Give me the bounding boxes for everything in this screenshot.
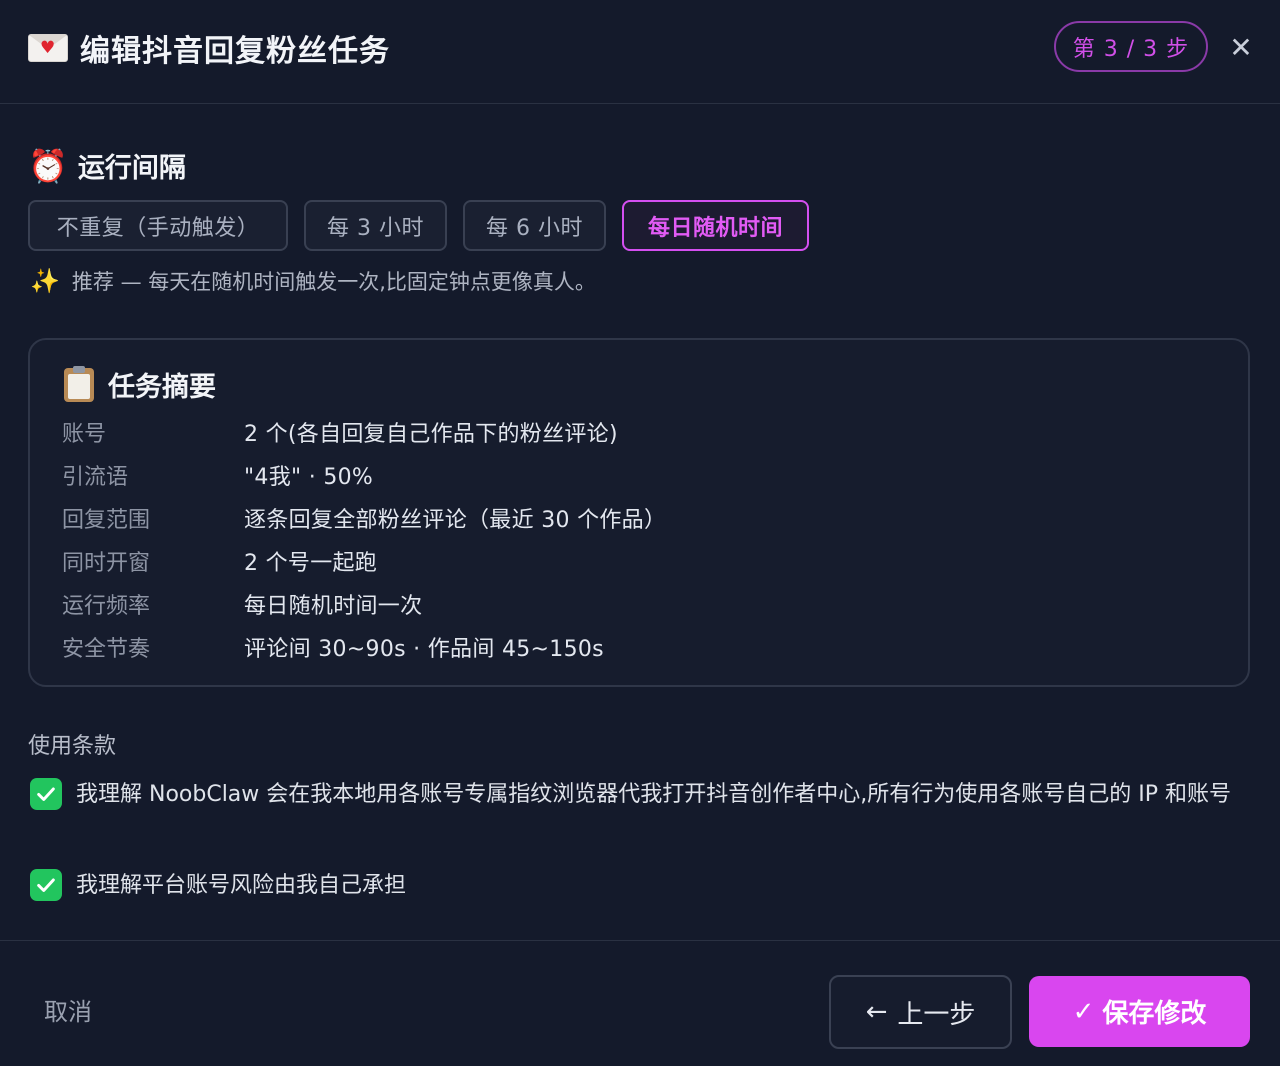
summary-key: 运行频率 [62, 593, 151, 619]
summary-value: 每日随机时间一次 [244, 593, 423, 619]
term-text: 我理解平台账号风险由我自己承担 [76, 873, 407, 898]
interval-option-3h[interactable]: 每 3 小时 [304, 200, 447, 251]
summary-row-account: 账号 2 个(各自回复自己作品下的粉丝评论) [62, 410, 666, 453]
interval-option-daily-random[interactable]: 每日随机时间 [622, 200, 809, 251]
summary-value: 2 个(各自回复自己作品下的粉丝评论) [244, 421, 618, 447]
summary-row-frequency: 运行频率 每日随机时间一次 [62, 582, 666, 625]
summary-value: 逐条回复全部粉丝评论（最近 30 个作品） [244, 507, 667, 533]
task-summary-card: 任务摘要 账号 2 个(各自回复自己作品下的粉丝评论) 引流语 "4我" · 5… [28, 338, 1250, 687]
summary-row-concurrency: 同时开窗 2 个号一起跑 [62, 539, 666, 582]
interval-options: 不重复（手动触发） 每 3 小时 每 6 小时 每日随机时间 [28, 200, 825, 251]
arrow-left-icon: ← [865, 997, 888, 1027]
summary-row-reply-scope: 回复范围 逐条回复全部粉丝评论（最近 30 个作品） [62, 496, 666, 539]
dialog-title: 编辑抖音回复粉丝任务 [80, 34, 390, 69]
previous-step-label: 上一步 [897, 999, 976, 1030]
interval-hint: ✨ 推荐 — 每天在随机时间触发一次,比固定钟点更像真人。 [30, 266, 596, 296]
term-item-browser: 我理解 NoobClaw 会在我本地用各账号专属指纹浏览器代我打开抖音创作者中心… [30, 776, 1252, 814]
summary-title: 任务摘要 [108, 372, 216, 403]
close-icon[interactable]: ✕ [1226, 30, 1256, 64]
alarm-clock-icon: ⏰ [28, 146, 68, 185]
dialog-header: ♥ 编辑抖音回复粉丝任务 第 3 / 3 步 ✕ [0, 0, 1280, 104]
footer-divider [0, 940, 1280, 941]
summary-value: 2 个号一起跑 [244, 550, 378, 576]
cancel-button[interactable]: 取消 [44, 992, 92, 1027]
summary-key: 同时开窗 [62, 550, 151, 576]
term-text: 我理解 NoobClaw 会在我本地用各账号专属指纹浏览器代我打开抖音创作者中心… [76, 782, 1232, 807]
clipboard-icon [64, 365, 94, 402]
interval-title: 运行间隔 [77, 153, 186, 184]
previous-step-button[interactable]: ← 上一步 [829, 975, 1012, 1049]
envelope-heart-icon: ♥ [28, 34, 68, 62]
edit-task-dialog: ♥ 编辑抖音回复粉丝任务 第 3 / 3 步 ✕ ⏰ 运行间隔 不重复（手动触发… [0, 0, 1280, 1066]
summary-key: 账号 [62, 421, 107, 447]
summary-key: 回复范围 [62, 507, 151, 533]
summary-rows: 账号 2 个(各自回复自己作品下的粉丝评论) 引流语 "4我" · 50% 回复… [62, 410, 666, 668]
terms-checkbox[interactable] [30, 869, 62, 901]
terms-title: 使用条款 [28, 734, 117, 759]
interval-section-header: ⏰ 运行间隔 [28, 146, 186, 185]
summary-value: 评论间 30~90s · 作品间 45~150s [244, 636, 604, 662]
checkbox-check-icon [37, 787, 55, 801]
summary-header: 任务摘要 [64, 365, 216, 404]
save-changes-label: 保存修改 [1102, 999, 1207, 1029]
summary-key: 引流语 [62, 464, 129, 490]
summary-row-lead-text: 引流语 "4我" · 50% [62, 453, 666, 496]
interval-option-6h[interactable]: 每 6 小时 [463, 200, 606, 251]
summary-key: 安全节奏 [62, 636, 151, 662]
term-item-risk: 我理解平台账号风险由我自己承担 [30, 867, 406, 905]
check-icon: ✓ [1072, 996, 1095, 1027]
summary-row-safety-pace: 安全节奏 评论间 30~90s · 作品间 45~150s [62, 625, 666, 668]
interval-option-manual[interactable]: 不重复（手动触发） [28, 200, 288, 251]
step-badge: 第 3 / 3 步 [1054, 21, 1208, 72]
summary-value: "4我" · 50% [244, 464, 374, 490]
sparkles-icon: ✨ [30, 267, 60, 295]
title-wrap: ♥ 编辑抖音回复粉丝任务 [28, 26, 390, 70]
save-changes-button[interactable]: ✓ 保存修改 [1029, 976, 1250, 1047]
terms-checkbox[interactable] [30, 778, 62, 810]
checkbox-check-icon [37, 878, 55, 892]
interval-hint-text: 推荐 — 每天在随机时间触发一次,比固定钟点更像真人。 [71, 270, 596, 294]
